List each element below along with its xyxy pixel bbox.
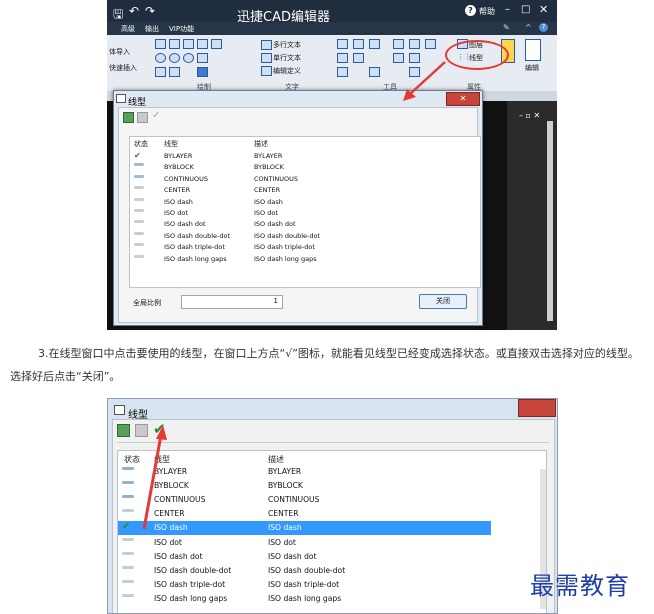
annotation-arrow-2 [142, 425, 167, 530]
watermark-text: 最需教育 [530, 572, 630, 600]
cad-screenshot: 🖫 ↶ ↷ 迅捷CAD编辑器 ? 帮助 – □ ✕ 高级 输出 VIP功能 ✎ … [107, 0, 557, 330]
instruction-text: 3.在线型窗口中点击要使用的线型，在窗口上方点“√”图标，就能看见线型已经变成选… [10, 347, 639, 383]
linetype-dialog-zoomed: 线型 ✔ 状态 线型 描述 BYLAYER BYLAYER BYBLOCK BYBLO… [107, 398, 558, 614]
annotation-arrow-1 [403, 61, 446, 101]
